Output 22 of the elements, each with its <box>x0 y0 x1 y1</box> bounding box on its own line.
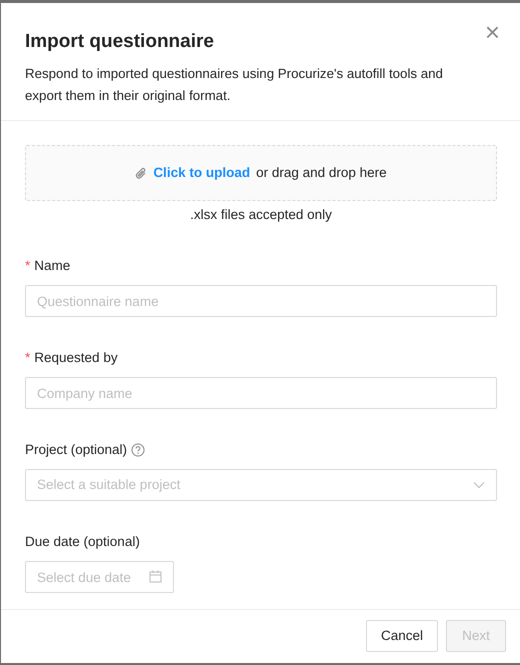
field-label: Due date (optional) <box>25 533 140 552</box>
close-button[interactable]: × <box>478 17 506 47</box>
upload-note: .xlsx files accepted only <box>189 206 333 224</box>
upload-text: or drag and drop here <box>256 164 387 182</box>
chevron-down-icon <box>473 481 485 490</box>
text-input-field[interactable]: Company name <box>25 377 497 410</box>
calendar-icon <box>149 570 162 584</box>
dialog-description: Respond to imported questionnaires using Procurize's autofill tools and export them in their original format. <box>25 64 444 105</box>
upload-link[interactable]: Click to upload <box>153 162 250 184</box>
field-label: Name <box>34 257 70 276</box>
field-label: Requested by <box>34 349 118 368</box>
field-label: Project (optional) <box>25 441 128 460</box>
date-picker-field[interactable]: Select due date <box>25 561 174 594</box>
paperclip-icon <box>135 166 148 180</box>
help-icon[interactable] <box>131 443 146 458</box>
required-mark: * <box>25 349 30 368</box>
upload-dropzone[interactable]: Click to upload or drag and drop here <box>25 145 497 201</box>
dialog-title: Import questionnaire <box>25 31 215 54</box>
footer-button[interactable]: Cancel <box>366 620 438 652</box>
project-select[interactable]: Select a suitable project <box>25 469 497 502</box>
text-input-field[interactable]: Questionnaire name <box>25 285 497 318</box>
required-mark: * <box>25 257 30 276</box>
